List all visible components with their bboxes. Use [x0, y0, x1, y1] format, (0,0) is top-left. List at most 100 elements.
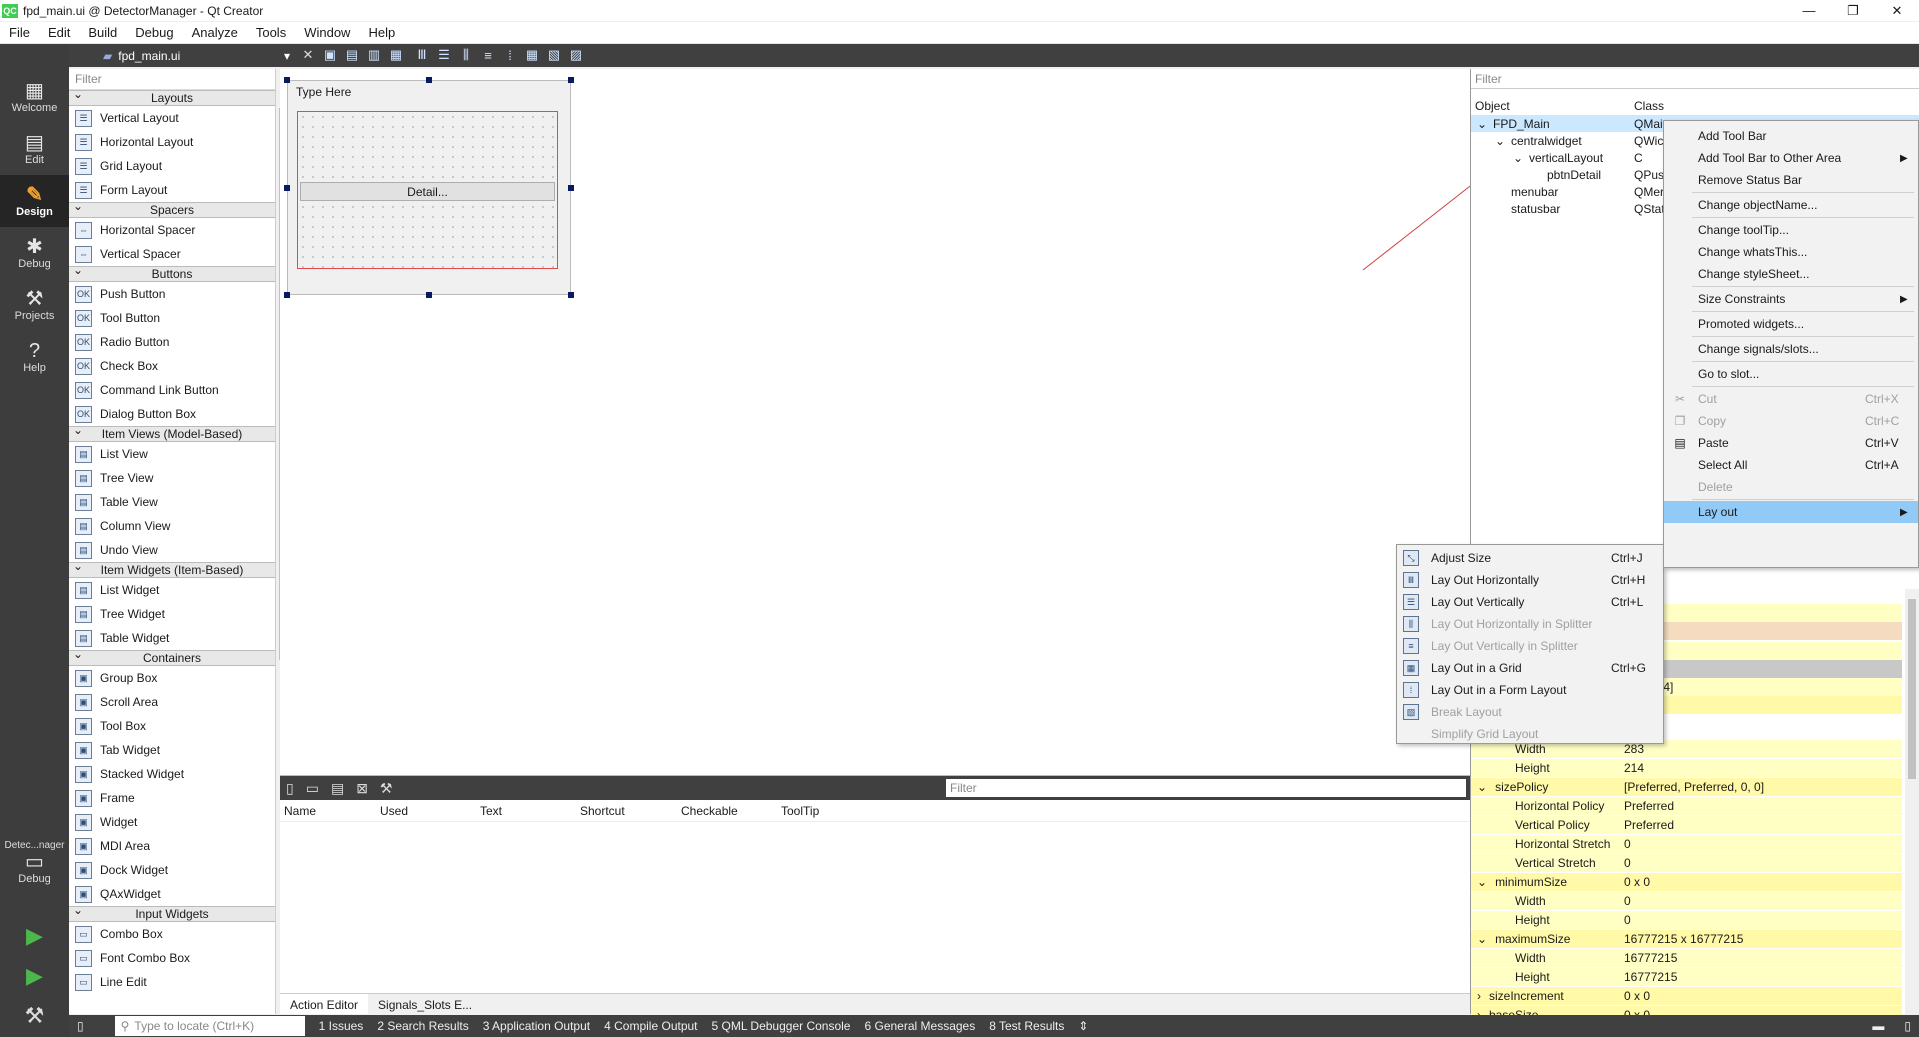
pane-search-results[interactable]: 2 Search Results [377, 1019, 468, 1033]
break-layout-toolbar-icon[interactable]: ▧ [546, 46, 562, 64]
tab-action-editor[interactable]: Action Editor [280, 994, 369, 1014]
property-value[interactable]: 0 x 0 [1624, 875, 1650, 889]
grid-layout-toolbar-icon[interactable]: ▦ [524, 46, 540, 64]
toggle-sidebar-icon[interactable]: ▯ [77, 1019, 84, 1033]
col-text[interactable]: Text [480, 804, 580, 818]
context-menu-item[interactable]: Add Tool Bar to Other Area ▶ [1664, 147, 1918, 169]
widget-category[interactable]: Item Widgets (Item-Based) [69, 559, 275, 578]
property-value[interactable]: 16777215 [1624, 970, 1677, 984]
form-menu-type-here[interactable]: Type Here [296, 85, 351, 99]
widget-item[interactable]: ▤ List Widget [69, 578, 275, 602]
resize-handle-tl[interactable] [284, 77, 290, 83]
header-object[interactable]: Object [1471, 99, 1634, 113]
layout-menu-item[interactable]: ⤡ Adjust Size Ctrl+J [1397, 547, 1663, 569]
expander-icon[interactable]: ⌄ [1495, 134, 1507, 148]
widget-item[interactable]: ▤ List View [69, 442, 275, 466]
expander-icon[interactable]: ⌄ [1477, 875, 1487, 889]
context-menu-item[interactable]: ▤ Paste Ctrl+V [1664, 432, 1918, 454]
widget-item[interactable]: ▤ Table View [69, 490, 275, 514]
widget-item[interactable]: OK Tool Button [69, 306, 275, 330]
mode-projects[interactable]: ⚒ Projects [0, 279, 69, 331]
context-menu-item[interactable]: Change signals/slots... [1664, 338, 1918, 360]
context-menu-item[interactable]: Remove Status Bar [1664, 169, 1918, 191]
property-value[interactable]: 0 [1624, 913, 1631, 927]
copy-action-icon[interactable]: ▭ [306, 780, 319, 797]
property-scroll-thumb[interactable] [1908, 599, 1916, 779]
property-value[interactable]: Preferred [1624, 799, 1674, 813]
hsplitter-toolbar-icon[interactable]: ⫼ [458, 46, 474, 64]
expander-icon[interactable]: ⌄ [1513, 151, 1525, 165]
property-value[interactable]: 16777215 [1624, 951, 1677, 965]
col-used[interactable]: Used [380, 804, 480, 818]
widget-category[interactable]: Layouts [69, 87, 275, 106]
build-button[interactable]: ⚒ [0, 998, 69, 1034]
context-menu-item[interactable]: Change whatsThis... [1664, 241, 1918, 263]
col-name[interactable]: Name [280, 804, 380, 818]
edit-widgets-icon[interactable]: ▣ [322, 46, 338, 64]
kit-selector[interactable]: Detec...nager ▭ Debug [0, 828, 69, 896]
resize-handle-t[interactable] [426, 77, 432, 83]
widget-category[interactable]: Spacers [69, 199, 275, 218]
sidebar-right-icon[interactable]: ▯ [1904, 1019, 1911, 1033]
widget-item[interactable]: ▣ Widget [69, 810, 275, 834]
property-row[interactable]: Width 16777215 [1471, 949, 1902, 968]
locator-input[interactable]: ⚲ Type to locate (Ctrl+K) [114, 1016, 305, 1036]
mode-welcome[interactable]: ▦ Welcome [0, 71, 69, 123]
property-value[interactable]: 16777215 x 16777215 [1624, 932, 1743, 946]
layout-menu-item[interactable]: ☰ Lay Out Vertically Ctrl+L [1397, 591, 1663, 613]
edit-tab-order-icon[interactable]: ▦ [388, 46, 404, 64]
expander-icon[interactable]: ⌄ [1477, 780, 1487, 794]
widget-category[interactable]: Item Views (Model-Based) [69, 423, 275, 442]
widget-item[interactable]: ▣ Dock Widget [69, 858, 275, 882]
form-layout-toolbar-icon[interactable]: ⁞ [502, 46, 518, 64]
pane-general-messages[interactable]: 6 General Messages [864, 1019, 975, 1033]
widget-item[interactable]: ▣ Tool Box [69, 714, 275, 738]
paste-action-icon[interactable]: ▤ [331, 780, 344, 797]
close-button[interactable]: ✕ [1875, 0, 1919, 21]
widget-item[interactable]: ▤ Tree Widget [69, 602, 275, 626]
mode-help[interactable]: ? Help [0, 331, 69, 383]
layout-menu-item[interactable]: ⁞ Lay Out in a Form Layout [1397, 679, 1663, 701]
updown-icon[interactable]: ⇕ [1078, 1019, 1088, 1033]
pane-qml-debugger[interactable]: 5 QML Debugger Console [712, 1019, 851, 1033]
widget-item[interactable]: ▭ Line Edit [69, 970, 275, 994]
debug-run-button[interactable]: ▶ [0, 958, 69, 994]
widget-item[interactable]: ⇔ Horizontal Spacer [69, 218, 275, 242]
property-row[interactable]: Horizontal Stretch 0 [1471, 835, 1902, 854]
edit-signals-icon[interactable]: ▤ [344, 46, 360, 64]
widget-item[interactable]: ☰ Vertical Layout [69, 106, 275, 130]
expander-icon[interactable]: ⌄ [1477, 932, 1487, 946]
menu-file[interactable]: File [0, 25, 39, 40]
property-row[interactable]: Vertical Stretch 0 [1471, 854, 1902, 873]
chevron-down-icon[interactable]: ▾ [284, 49, 290, 63]
tab-signals-slots[interactable]: Signals_Slots E... [368, 994, 482, 1014]
property-row[interactable]: Height 16777215 [1471, 968, 1902, 987]
property-row[interactable]: Height 214 [1471, 759, 1902, 778]
widget-item[interactable]: ☰ Horizontal Layout [69, 130, 275, 154]
widget-item[interactable]: OK Push Button [69, 282, 275, 306]
context-menu-item[interactable]: Lay out ▶ [1664, 501, 1918, 523]
col-checkable[interactable]: Checkable [681, 804, 781, 818]
menu-help[interactable]: Help [359, 25, 404, 40]
expander-icon[interactable]: › [1477, 989, 1481, 1003]
menu-build[interactable]: Build [79, 25, 126, 40]
menu-edit[interactable]: Edit [39, 25, 79, 40]
widget-filter-input[interactable]: Filter [69, 69, 275, 90]
widget-item[interactable]: OK Check Box [69, 354, 275, 378]
widget-item[interactable]: ▤ Tree View [69, 466, 275, 490]
resize-handle-bl[interactable] [284, 292, 290, 298]
property-row[interactable]: Height 0 [1471, 911, 1902, 930]
widget-item[interactable]: ▣ QAxWidget [69, 882, 275, 906]
expander-icon[interactable]: ⌄ [1477, 117, 1489, 131]
action-filter-input[interactable]: Filter [946, 779, 1466, 797]
property-row[interactable]: ⌄ maximumSize 16777215 x 16777215 [1471, 930, 1902, 949]
widget-item[interactable]: ▣ Group Box [69, 666, 275, 690]
property-value[interactable]: Preferred [1624, 818, 1674, 832]
widget-item[interactable]: ▤ Table Widget [69, 626, 275, 650]
mode-design[interactable]: ✎ Design [0, 175, 69, 227]
resize-handle-l[interactable] [284, 185, 290, 191]
widget-category[interactable]: Buttons [69, 263, 275, 282]
adjust-size-toolbar-icon[interactable]: ▨ [568, 46, 584, 64]
menu-window[interactable]: Window [295, 25, 359, 40]
context-menu-item[interactable]: Change toolTip... [1664, 219, 1918, 241]
